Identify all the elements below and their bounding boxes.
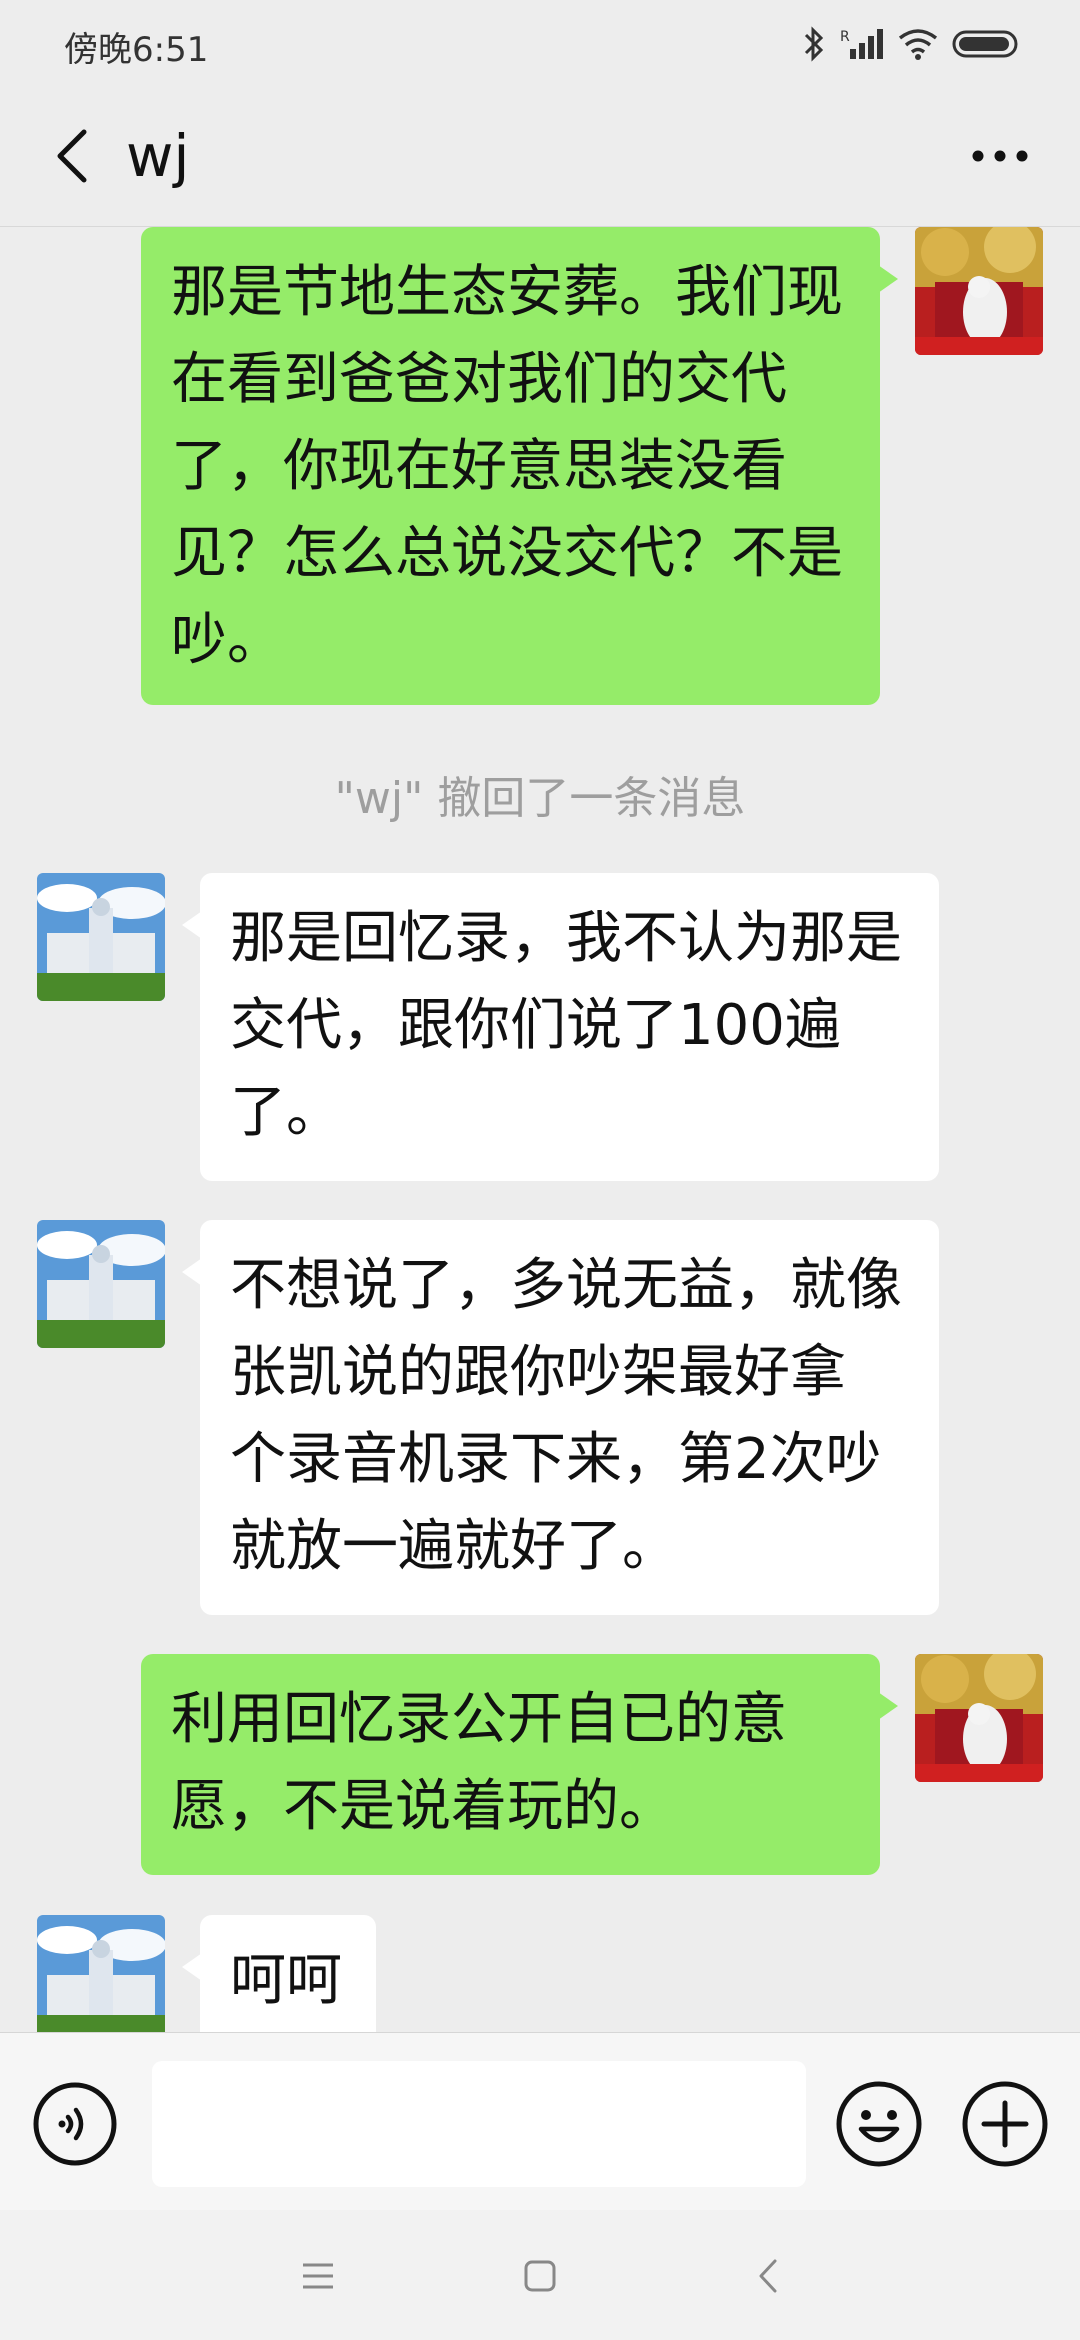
contact-avatar[interactable] bbox=[37, 1915, 165, 2032]
chat-messages[interactable]: 那是节地生态安葬。我们现 在看到爸爸对我们的交代 了，你现在好意思装没看 见？怎… bbox=[0, 227, 1080, 2032]
emoji-button[interactable] bbox=[834, 2079, 924, 2169]
message-line: 了。 bbox=[230, 1080, 342, 1145]
menu-icon bbox=[303, 2263, 333, 2289]
emoji-icon bbox=[836, 2081, 922, 2167]
message-line: 利用回忆录公开自已的意 bbox=[171, 1687, 787, 1752]
message-line: 那是节地生态安葬。我们现 bbox=[171, 260, 843, 325]
message-line: 那是回忆录，我不认为那是 bbox=[230, 906, 902, 971]
message-line: 见？怎么总说没交代？不是 bbox=[171, 521, 843, 586]
voice-icon bbox=[33, 2082, 117, 2166]
menu-nav-button[interactable] bbox=[290, 2248, 346, 2304]
recall-notice: "wj" 撤回了一条消息 bbox=[334, 773, 746, 824]
message-line: 了，你现在好意思装没看 bbox=[171, 434, 787, 499]
message-bubble-received[interactable]: 那是回忆录，我不认为那是 交代，跟你们说了100遍 了。 bbox=[182, 873, 939, 1181]
more-icon bbox=[972, 150, 1028, 162]
message-bubble-sent[interactable]: 利用回忆录公开自已的意 愿，不是说着玩的。 bbox=[141, 1654, 898, 1875]
message-line: 张凯说的跟你吵架最好拿 bbox=[230, 1340, 846, 1405]
contact-avatar[interactable] bbox=[37, 873, 165, 1001]
contact-avatar[interactable] bbox=[37, 1220, 165, 1348]
signal-icon: R bbox=[840, 29, 883, 59]
home-icon bbox=[524, 2260, 556, 2292]
message-bubble-received[interactable]: 呵呵 bbox=[182, 1915, 376, 2032]
back-nav-button[interactable] bbox=[740, 2248, 796, 2304]
message-input[interactable] bbox=[152, 2061, 806, 2187]
home-nav-button[interactable] bbox=[512, 2248, 568, 2304]
back-button[interactable] bbox=[36, 120, 108, 192]
message-line: 交代，跟你们说了100遍 bbox=[230, 993, 841, 1058]
svg-text:R: R bbox=[840, 29, 850, 45]
message-line: 个录音机录下来，第2次吵 bbox=[230, 1427, 882, 1492]
bluetooth-icon bbox=[804, 26, 824, 62]
wifi-icon bbox=[898, 29, 938, 60]
message-bubble-sent[interactable]: 那是节地生态安葬。我们现 在看到爸爸对我们的交代 了，你现在好意思装没看 见？怎… bbox=[141, 227, 898, 705]
my-avatar[interactable] bbox=[915, 227, 1043, 355]
status-time: 傍晚6:51 bbox=[64, 30, 209, 70]
my-avatar[interactable] bbox=[915, 1654, 1043, 1782]
message-line: 不想说了，多说无益，就像 bbox=[230, 1253, 902, 1318]
more-options-button[interactable] bbox=[960, 120, 1040, 192]
chat-header: wj bbox=[0, 90, 1080, 227]
back-icon bbox=[759, 2259, 777, 2293]
more-actions-button[interactable] bbox=[960, 2079, 1050, 2169]
battery-icon bbox=[952, 30, 1018, 58]
system-nav-bar bbox=[0, 2210, 1080, 2340]
message-line: 吵。 bbox=[171, 608, 283, 673]
plus-icon bbox=[962, 2081, 1048, 2167]
message-bubble-received[interactable]: 不想说了，多说无益，就像 张凯说的跟你吵架最好拿 个录音机录下来，第2次吵 就放… bbox=[182, 1220, 939, 1615]
chat-title: wj bbox=[126, 122, 190, 190]
voice-button[interactable] bbox=[32, 2081, 118, 2167]
message-line: 愿，不是说着玩的。 bbox=[171, 1774, 675, 1839]
input-bar bbox=[0, 2032, 1080, 2211]
status-bar: 傍晚6:51 R bbox=[0, 0, 1080, 90]
message-line: 呵呵 bbox=[230, 1948, 342, 2013]
status-icons: R bbox=[802, 24, 1022, 64]
message-line: 就放一遍就好了。 bbox=[230, 1514, 678, 1579]
message-line: 在看到爸爸对我们的交代 bbox=[171, 347, 787, 412]
chevron-left-icon bbox=[57, 129, 87, 183]
